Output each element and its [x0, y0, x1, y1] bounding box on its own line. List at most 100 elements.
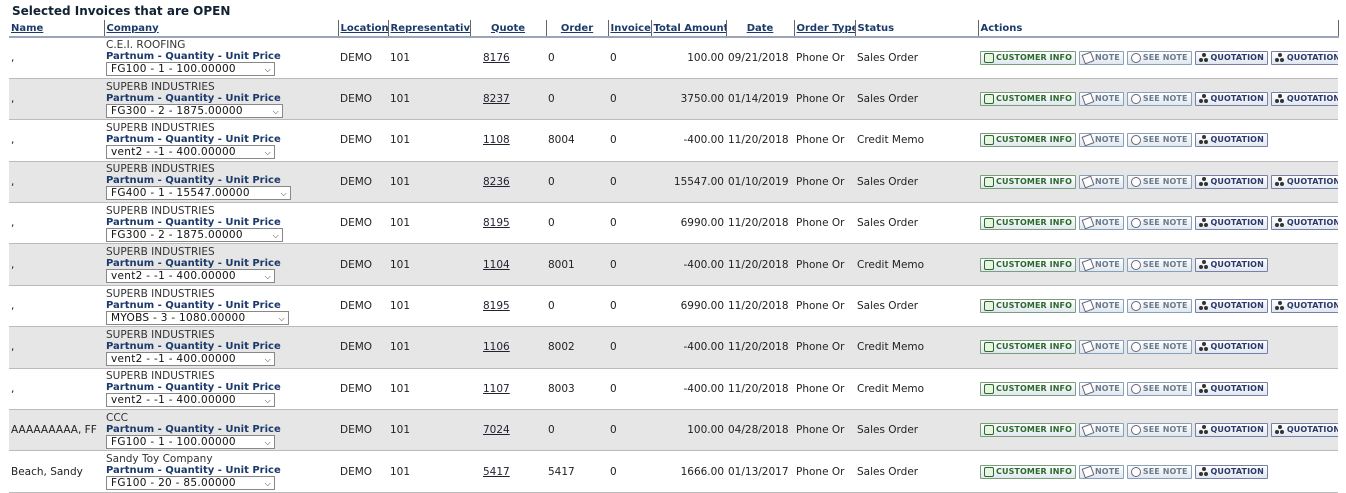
quotation-button[interactable]: QUOTATION [1194, 133, 1268, 148]
part-select[interactable]: FG100 - 20 - 85.00000 ⌵ [106, 476, 275, 491]
sort-name-link[interactable]: Name [11, 23, 43, 34]
quotation-button[interactable]: QUOTATION [1194, 216, 1268, 231]
cell-date: 11/20/2018 [728, 300, 789, 313]
customer-info-button[interactable]: CUSTOMER INFO [980, 174, 1076, 189]
note-button[interactable]: NOTE [1079, 257, 1124, 272]
sort-order-type-link[interactable]: Order Type [797, 23, 855, 34]
note-button[interactable]: NOTE [1079, 92, 1124, 107]
note-button[interactable]: NOTE [1079, 381, 1124, 396]
part-select[interactable]: FG300 - 2 - 1875.00000 ⌵ [106, 227, 283, 242]
customer-info-button[interactable]: CUSTOMER INFO [980, 257, 1076, 272]
see-note-button[interactable]: SEE NOTE [1126, 216, 1192, 231]
col-company[interactable]: Company [104, 20, 339, 38]
cell-quote: 1106 [470, 327, 546, 368]
customer-info-button[interactable]: CUSTOMER INFO [980, 340, 1076, 355]
col-name[interactable]: Name [9, 20, 105, 38]
col-location[interactable]: Location [338, 20, 389, 38]
quote-link[interactable]: 1107 [483, 383, 510, 395]
part-select[interactable]: FG100 - 1 - 100.00000 ⌵ [106, 434, 275, 449]
sort-order-link[interactable]: Order [561, 23, 593, 34]
cell-order-type: Phone Or [796, 341, 845, 354]
col-order[interactable]: Order [546, 20, 609, 38]
note-button[interactable]: NOTE [1079, 464, 1124, 479]
quotation-button[interactable]: QUOTATION [1194, 423, 1268, 438]
col-representative[interactable]: Representative [388, 20, 471, 38]
sort-location-link[interactable]: Location [341, 23, 388, 34]
quote-link[interactable]: 8176 [483, 52, 510, 64]
see-note-button[interactable]: SEE NOTE [1126, 133, 1192, 148]
col-invoice[interactable]: Invoice [608, 20, 652, 38]
quote-link[interactable]: 1104 [483, 259, 510, 271]
col-order-type[interactable]: Order Type [794, 20, 856, 38]
quote-link[interactable]: 1106 [483, 341, 510, 353]
quotation-button[interactable]: QUOTATION [1194, 299, 1268, 314]
quotation-button[interactable]: QUOTATION [1270, 174, 1338, 189]
note-button[interactable]: NOTE [1079, 423, 1124, 438]
part-select[interactable]: FG300 - 2 - 1875.00000 ⌵ [106, 103, 283, 118]
quotation-button[interactable]: QUOTATION [1270, 50, 1338, 65]
part-select[interactable]: vent2 - -1 - 400.00000 ⌵ [106, 351, 275, 366]
customer-info-button[interactable]: CUSTOMER INFO [980, 423, 1076, 438]
col-total-amount[interactable]: Total Amount [651, 20, 727, 38]
quote-link[interactable]: 8195 [483, 300, 510, 312]
col-quote[interactable]: Quote [470, 20, 547, 38]
see-note-button[interactable]: SEE NOTE [1126, 381, 1192, 396]
col-date[interactable]: Date [726, 20, 795, 38]
see-note-button[interactable]: SEE NOTE [1126, 423, 1192, 438]
customer-info-button[interactable]: CUSTOMER INFO [980, 50, 1076, 65]
quotation-button[interactable]: QUOTATION [1194, 464, 1268, 479]
note-button[interactable]: NOTE [1079, 340, 1124, 355]
quotation-button[interactable]: QUOTATION [1270, 92, 1338, 107]
see-note-button[interactable]: SEE NOTE [1126, 340, 1192, 355]
quotation-button[interactable]: QUOTATION [1194, 257, 1268, 272]
sort-representative-link[interactable]: Representative [391, 23, 470, 34]
sort-invoice-link[interactable]: Invoice [611, 23, 651, 34]
see-note-button[interactable]: SEE NOTE [1126, 92, 1192, 107]
quotation-button[interactable]: QUOTATION [1194, 50, 1268, 65]
quote-link[interactable]: 1108 [483, 134, 510, 146]
quotation-button[interactable]: QUOTATION [1270, 299, 1338, 314]
quotation-button[interactable]: QUOTATION [1194, 381, 1268, 396]
action-buttons: CUSTOMER INFO NOTE SEE NOTE QUOTATION [980, 257, 1336, 272]
quotation-button[interactable]: QUOTATION [1270, 216, 1338, 231]
quotation-button[interactable]: QUOTATION [1270, 423, 1338, 438]
sort-date-link[interactable]: Date [747, 23, 774, 34]
see-note-button[interactable]: SEE NOTE [1126, 50, 1192, 65]
part-select[interactable]: FG100 - 1 - 100.00000 ⌵ [106, 62, 275, 77]
part-select[interactable]: vent2 - -1 - 400.00000 ⌵ [106, 144, 275, 159]
quote-link[interactable]: 8195 [483, 217, 510, 229]
customer-info-button[interactable]: CUSTOMER INFO [980, 216, 1076, 231]
sort-quote-link[interactable]: Quote [491, 23, 525, 34]
quote-link[interactable]: 8236 [483, 176, 510, 188]
customer-info-button[interactable]: CUSTOMER INFO [980, 381, 1076, 396]
customer-info-button[interactable]: CUSTOMER INFO [980, 133, 1076, 148]
note-button[interactable]: NOTE [1079, 174, 1124, 189]
sort-company-link[interactable]: Company [107, 23, 159, 34]
see-note-button[interactable]: SEE NOTE [1126, 174, 1192, 189]
see-note-button[interactable]: SEE NOTE [1126, 299, 1192, 314]
see-note-button[interactable]: SEE NOTE [1126, 464, 1192, 479]
cell-order-type: Phone Or [796, 134, 845, 147]
part-select[interactable]: vent2 - -1 - 400.00000 ⌵ [106, 269, 275, 284]
chevron-down-icon: ⌵ [264, 396, 271, 406]
part-select[interactable]: vent2 - -1 - 400.00000 ⌵ [106, 393, 275, 408]
quotation-button[interactable]: QUOTATION [1194, 174, 1268, 189]
cell-quote: 8237 [470, 78, 546, 119]
part-select[interactable]: FG400 - 1 - 15547.00000 ⌵ [106, 186, 291, 201]
part-select[interactable]: MYOBS - 3 - 1080.00000 ⌵ [106, 310, 289, 325]
customer-info-button[interactable]: CUSTOMER INFO [980, 464, 1076, 479]
note-button[interactable]: NOTE [1079, 299, 1124, 314]
note-button[interactable]: NOTE [1079, 133, 1124, 148]
cell-total-amount: -400.00 [683, 341, 724, 354]
customer-info-button[interactable]: CUSTOMER INFO [980, 92, 1076, 107]
quote-link[interactable]: 8237 [483, 93, 510, 105]
see-note-button[interactable]: SEE NOTE [1126, 257, 1192, 272]
quotation-button[interactable]: QUOTATION [1194, 92, 1268, 107]
note-button[interactable]: NOTE [1079, 216, 1124, 231]
quote-link[interactable]: 5417 [483, 466, 510, 478]
note-button[interactable]: NOTE [1079, 50, 1124, 65]
quotation-button[interactable]: QUOTATION [1194, 340, 1268, 355]
sort-total-link[interactable]: Total Amount [654, 23, 726, 34]
quote-link[interactable]: 7024 [483, 424, 510, 436]
customer-info-button[interactable]: CUSTOMER INFO [980, 299, 1076, 314]
